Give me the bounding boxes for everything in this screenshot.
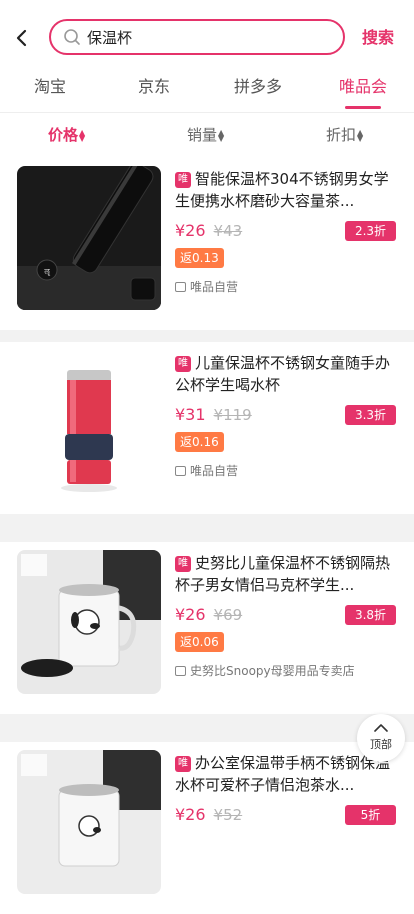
sort-sales[interactable]: 销量▲ ▼: [187, 125, 224, 145]
rebate-badge: 返0.06: [175, 632, 224, 652]
product-title-text: 史努比儿童保温杯不锈钢隔热杯子男女情侣马克杯学生...: [175, 554, 391, 594]
product-title[interactable]: 唯史努比儿童保温杯不锈钢隔热杯子男女情侣马克杯学生...: [175, 552, 397, 596]
discount-badge: 3.8折: [345, 605, 396, 625]
tab-vipshop[interactable]: 唯品会: [339, 76, 387, 98]
product-title[interactable]: 唯办公室保温带手柄不锈钢保温水杯可爱杯子情侣泡茶水...: [175, 752, 397, 796]
shop-name[interactable]: 唯品自营: [175, 278, 238, 296]
product-title[interactable]: 唯智能保温杯304不锈钢男女学生便携水杯磨砂大容量茶...: [175, 168, 397, 212]
sort-sales-label: 销量: [187, 126, 218, 144]
back-icon[interactable]: [10, 26, 34, 50]
product-card[interactable]: 唯办公室保温带手柄不锈钢保温水杯可爱杯子情侣泡茶水... ¥26 ¥52 5折: [0, 742, 414, 914]
vip-badge: 唯: [175, 556, 191, 572]
chevron-up-icon: [374, 724, 388, 732]
platform-tabs: 淘宝 京东 拼多多 唯品会: [0, 68, 414, 112]
shop-name[interactable]: 唯品自营: [175, 462, 238, 480]
rebate-badge: 返0.16: [175, 432, 224, 452]
price: ¥26 ¥69: [175, 604, 242, 626]
shop-name-text: 唯品自营: [190, 280, 239, 294]
store-icon: [175, 666, 186, 676]
vip-badge: 唯: [175, 756, 191, 772]
back-to-top-label: 顶部: [370, 738, 392, 751]
price: ¥26 ¥43: [175, 220, 242, 242]
vip-badge: 唯: [175, 356, 191, 372]
black-thermos-image[interactable]: ॡ: [17, 166, 161, 310]
sort-discount-label: 折扣: [326, 126, 357, 144]
product-card[interactable]: ॡ 唯智能保温杯304不锈钢男女学生便携水杯磨砂大容量茶... ¥26 ¥43 2…: [0, 158, 414, 330]
rebate-badge: 返0.13: [175, 248, 224, 268]
vip-badge: 唯: [175, 172, 191, 188]
product-card[interactable]: 唯儿童保温杯不锈钢女童随手办公杯学生喝水杯 ¥31 ¥119 3.3折 返0.16…: [0, 342, 414, 514]
current-price: ¥31: [175, 405, 206, 424]
product-title-text: 儿童保温杯不锈钢女童随手办公杯学生喝水杯: [175, 354, 391, 394]
discount-badge: 2.3折: [345, 221, 396, 241]
search-input[interactable]: 保温杯: [49, 19, 345, 55]
search-query: 保温杯: [87, 29, 133, 47]
active-tab-indicator: [345, 106, 381, 109]
shop-name-text: 唯品自营: [190, 464, 239, 478]
sort-price-label: 价格: [48, 126, 79, 144]
tab-taobao[interactable]: 淘宝: [34, 76, 66, 98]
current-price: ¥26: [175, 605, 206, 624]
sort-bar: 价格▲ ▼ 销量▲ ▼ 折扣▲ ▼: [0, 112, 414, 158]
red-thermos-image[interactable]: [17, 350, 161, 494]
discount-badge: 5折: [345, 805, 396, 825]
price: ¥31 ¥119: [175, 404, 252, 426]
price: ¥26 ¥52: [175, 804, 242, 826]
header: 保温杯 搜索 淘宝 京东 拼多多 唯品会 价格▲ ▼ 销量▲ ▼ 折扣▲ ▼: [0, 0, 414, 158]
current-price: ¥26: [175, 221, 206, 240]
snoopy-mug-image[interactable]: [17, 550, 161, 694]
search-button[interactable]: 搜索: [362, 28, 394, 48]
original-price: ¥43: [213, 222, 243, 240]
original-price: ¥52: [213, 806, 243, 824]
sort-arrows-icon: ▲ ▼: [79, 127, 86, 143]
search-icon: [64, 29, 80, 45]
discount-badge: 3.3折: [345, 405, 396, 425]
tab-pinduoduo[interactable]: 拼多多: [234, 76, 282, 98]
current-price: ¥26: [175, 805, 206, 824]
sort-discount[interactable]: 折扣▲ ▼: [326, 125, 363, 145]
store-icon: [175, 466, 186, 476]
product-title-text: 智能保温杯304不锈钢男女学生便携水杯磨砂大容量茶...: [175, 170, 389, 210]
back-to-top-button[interactable]: 顶部: [357, 714, 405, 762]
snoopy-mug-image[interactable]: [17, 750, 161, 894]
original-price: ¥69: [213, 606, 243, 624]
shop-name-text: 史努比Snoopy母婴用品专卖店: [190, 664, 355, 678]
product-card[interactable]: 唯史努比儿童保温杯不锈钢隔热杯子男女情侣马克杯学生... ¥26 ¥69 3.8折…: [0, 542, 414, 714]
svg-text:ॡ: ॡ: [44, 267, 50, 276]
original-price: ¥119: [213, 406, 252, 424]
store-icon: [175, 282, 186, 292]
tab-jd[interactable]: 京东: [138, 76, 170, 98]
sort-arrows-icon: ▲ ▼: [357, 127, 364, 143]
product-title[interactable]: 唯儿童保温杯不锈钢女童随手办公杯学生喝水杯: [175, 352, 397, 396]
sort-price[interactable]: 价格▲ ▼: [48, 125, 85, 145]
sort-arrows-icon: ▲ ▼: [218, 127, 225, 143]
product-title-text: 办公室保温带手柄不锈钢保温水杯可爱杯子情侣泡茶水...: [175, 754, 391, 794]
shop-name[interactable]: 史努比Snoopy母婴用品专卖店: [175, 662, 355, 680]
